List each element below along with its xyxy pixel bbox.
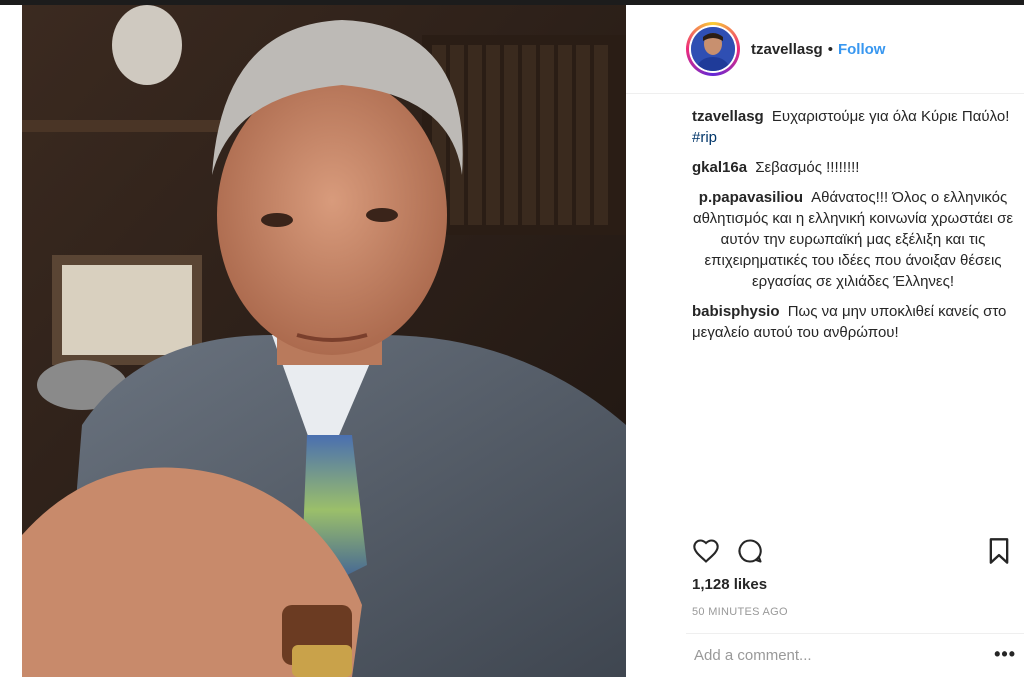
likes-count[interactable]: 1,128 likes [692,576,767,593]
bookmark-icon[interactable] [986,537,1016,567]
post-photo[interactable] [22,5,626,677]
comment-text: Σεβασμός !!!!!!!! [755,159,860,176]
post-details-panel: tzavellasg • Follow tzavellasg Ευχαριστο… [626,5,1024,677]
more-options-icon[interactable]: ••• [994,644,1016,665]
comment-username[interactable]: p.papavasiliou [699,189,803,206]
comments-list: tzavellasg Ευχαριστούμε για όλα Κύριε Πα… [692,106,1014,352]
heart-icon[interactable] [692,537,722,567]
caption-username[interactable]: tzavellasg [692,108,764,125]
comment-item: p.papavasiliou Αθάνατος!!! Όλος ο ελληνι… [692,187,1014,292]
comment-username[interactable]: babisphysio [692,303,780,320]
portrait-image [22,5,626,677]
comment-item: gkal16a Σεβασμός !!!!!!!! [692,157,1014,178]
hashtag-link[interactable]: #rip [692,129,717,146]
avatar-image [691,27,735,71]
comment-item: babisphysio Πως να μην υποκλιθεί κανείς … [692,301,1014,343]
caption-text: Ευχαριστούμε για όλα Κύριε Παύλο! [771,108,1010,125]
add-comment-input[interactable] [692,646,976,665]
avatar-photo [691,27,735,71]
action-bar [692,537,1016,569]
separator-dot: • [827,40,833,58]
comment-username[interactable]: gkal16a [692,159,747,176]
caption: tzavellasg Ευχαριστούμε για όλα Κύριε Πα… [692,106,1014,148]
post-timestamp: 50 MINUTES AGO [692,606,788,618]
avatar[interactable] [686,22,740,76]
post-header-text: tzavellasg • Follow [751,41,885,58]
post-header: tzavellasg • Follow [626,5,1024,94]
add-comment-bar: ••• [686,633,1024,678]
post-username[interactable]: tzavellasg [751,41,823,58]
follow-button[interactable]: Follow [838,41,886,58]
comment-bubble-icon[interactable] [736,537,766,567]
